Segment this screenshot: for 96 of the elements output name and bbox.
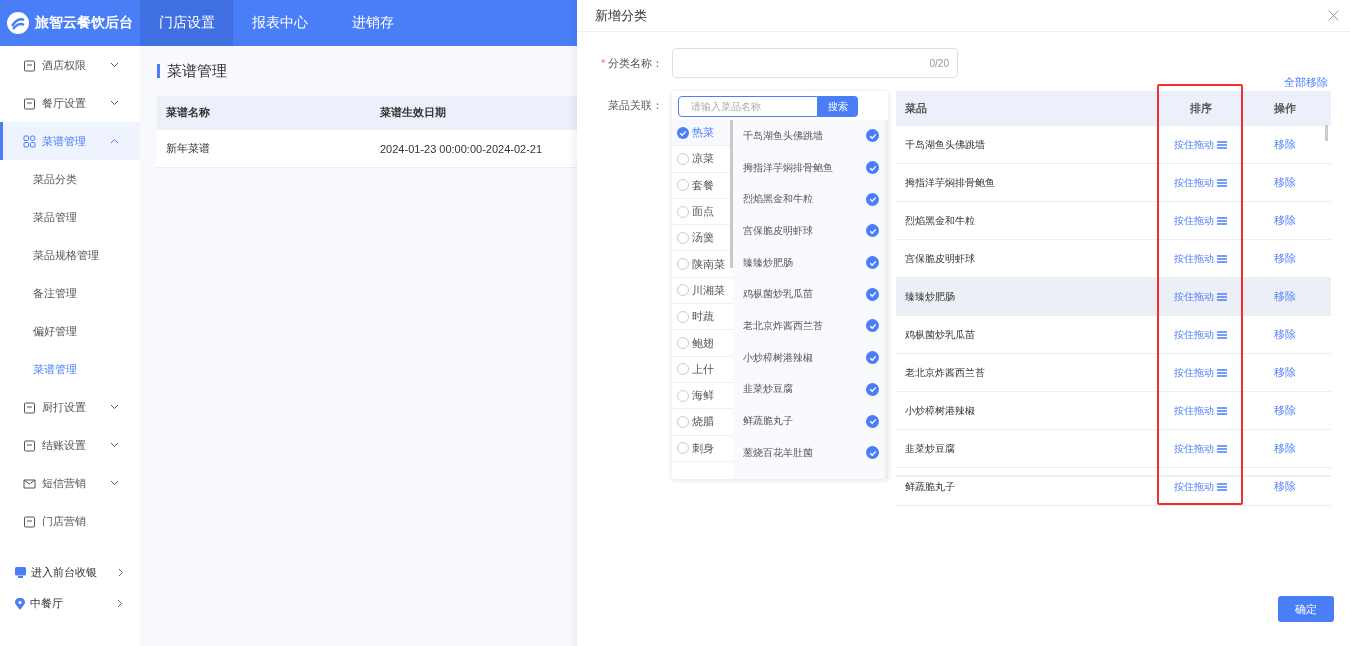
dish-item[interactable]: 葱烧百花羊肚菌 [743, 445, 813, 460]
column-header: 菜谱名称 [165, 105, 211, 120]
table-cell-text: 鸡枞菌炒乳瓜苗 [904, 327, 976, 342]
table-cell-text: 臻臻炒肥肠 [904, 289, 956, 304]
dish-item[interactable]: 千岛湖鱼头佛跳墙 [743, 128, 823, 143]
remove-link[interactable]: 移除 [1274, 175, 1296, 190]
drag-handle[interactable]: 按住拖动 [1174, 479, 1227, 494]
field-label: 菜品关联： [608, 98, 664, 113]
column-header: 操作 [1273, 100, 1297, 116]
search-field[interactable]: 请输入菜品名称 [678, 96, 818, 117]
drag-handle[interactable]: 按住拖动 [1174, 441, 1227, 456]
confirm-button[interactable]: 确定 [1278, 596, 1334, 622]
drag-handle[interactable]: 按住拖动 [1174, 175, 1227, 190]
sidebar-link[interactable]: 进入前台收银 [0, 562, 140, 583]
table-cell-text: 小炒樟树港辣椒 [904, 403, 976, 418]
logo-icon [6, 11, 30, 35]
dish-item[interactable]: 老北京炸酱西兰苔 [743, 318, 823, 333]
table-cell-text: 鲜蔬脆丸子 [904, 479, 956, 494]
sidebar-subitem[interactable]: 偏好管理 [0, 312, 140, 350]
remove-link[interactable]: 移除 [1274, 327, 1296, 342]
menu-icon [23, 514, 36, 528]
monitor-icon [15, 567, 26, 578]
sidebar-subitem[interactable]: 备注管理 [0, 274, 140, 312]
table-cell-text: 韭菜炒豆腐 [904, 441, 956, 456]
check-icon[interactable] [866, 287, 879, 301]
menu-icon [23, 438, 36, 452]
remove-link[interactable]: 移除 [1274, 213, 1296, 228]
remove-link[interactable]: 移除 [1274, 403, 1296, 418]
sidebar-item[interactable]: 门店营销 [0, 502, 140, 540]
remove-link[interactable]: 移除 [1274, 365, 1296, 380]
check-icon[interactable] [866, 414, 879, 428]
sidebar-subitem[interactable]: 菜品分类 [0, 160, 140, 198]
sidebar-item[interactable]: 酒店权限 [0, 46, 140, 84]
check-icon[interactable] [866, 161, 879, 175]
menu-icon [23, 476, 36, 490]
check-icon[interactable] [866, 129, 879, 143]
sidebar-subitem[interactable]: 菜品规格管理 [0, 236, 140, 274]
remove-link[interactable]: 移除 [1274, 137, 1296, 152]
column-header: 排序 [1188, 100, 1213, 116]
check-icon[interactable] [866, 192, 879, 206]
check-icon[interactable] [866, 319, 879, 333]
column-header: 菜品 [904, 100, 928, 116]
drag-handle[interactable]: 按住拖动 [1174, 403, 1227, 418]
remove-link[interactable]: 移除 [1274, 479, 1296, 494]
column-header: 菜谱生效日期 [379, 105, 446, 120]
sidebar-subitem[interactable]: 菜品管理 [0, 198, 140, 236]
sidebar-subitem[interactable]: 菜谱管理 [0, 350, 140, 388]
dish-item[interactable]: 小炒樟树港辣椒 [743, 350, 813, 365]
chevron-right-icon [118, 568, 124, 577]
table-cell-text: 拇指洋芋焖排骨鲍鱼 [904, 175, 996, 190]
check-icon[interactable] [866, 382, 879, 396]
sidebar-item[interactable]: 短信营销 [0, 464, 140, 502]
drag-handle[interactable]: 按住拖动 [1174, 213, 1227, 228]
drag-handle[interactable]: 按住拖动 [1174, 365, 1227, 380]
remove-link[interactable]: 移除 [1274, 441, 1296, 456]
table-cell-text: 2024-01-23 00:00:00-2024-02-21 [379, 142, 543, 155]
menu-icon [23, 58, 36, 72]
table-cell-text: 老北京炸酱西兰苔 [904, 365, 986, 380]
check-icon[interactable] [866, 224, 879, 238]
dish-item[interactable]: 鸡枞菌炒乳瓜苗 [743, 287, 813, 302]
category-item[interactable]: 热菜 [672, 120, 733, 147]
search-button[interactable]: 搜索 [818, 96, 858, 117]
nav-tab[interactable]: 进销存 [326, 0, 419, 46]
dish-item[interactable]: 拇指洋芋焖排骨鲍鱼 [743, 160, 833, 175]
location-pin-icon [15, 597, 25, 610]
dish-item[interactable]: 韭菜炒豆腐 [743, 382, 793, 397]
dish-item[interactable]: 鲜蔬脆丸子 [743, 414, 793, 429]
menu-icon [23, 134, 36, 148]
sidebar-item[interactable]: 厨打设置 [0, 388, 140, 426]
drag-handle[interactable]: 按住拖动 [1174, 137, 1227, 152]
check-icon[interactable] [866, 256, 879, 270]
menu-icon [23, 400, 36, 414]
dish-item[interactable]: 宫保脆皮明虾球 [743, 223, 813, 238]
menu-icon [23, 96, 36, 110]
check-icon[interactable] [866, 351, 879, 365]
table-cell-text: 千岛湖鱼头佛跳墙 [904, 137, 986, 152]
table-cell-text: 宫保脆皮明虾球 [904, 251, 976, 266]
drag-handle[interactable]: 按住拖动 [1174, 327, 1227, 342]
table-cell-text: 烈焰黑金和牛粒 [904, 213, 976, 228]
chevron-right-icon [117, 599, 123, 608]
sidebar-item[interactable]: 餐厅设置 [0, 84, 140, 122]
sidebar-item[interactable]: 结账设置 [0, 426, 140, 464]
table-cell-text: 新年菜谱 [165, 141, 211, 156]
sidebar-link[interactable]: 中餐厅 [0, 593, 140, 614]
nav-tab[interactable]: 门店设置 [140, 0, 233, 46]
drag-handle[interactable]: 按住拖动 [1174, 251, 1227, 266]
sidebar-item[interactable]: 菜谱管理 [0, 122, 140, 160]
dish-item[interactable]: 臻臻炒肥肠 [743, 255, 793, 270]
nav-tab[interactable]: 报表中心 [233, 0, 326, 46]
remove-link[interactable]: 移除 [1274, 251, 1296, 266]
brand-name: 旅智云餐饮后台 [35, 14, 133, 32]
check-icon [677, 126, 689, 139]
drawer-title: 新增分类 [595, 6, 647, 25]
check-icon[interactable] [866, 446, 879, 460]
close-icon[interactable] [1328, 10, 1339, 21]
dish-item[interactable]: 烈焰黑金和牛粒 [743, 192, 813, 207]
